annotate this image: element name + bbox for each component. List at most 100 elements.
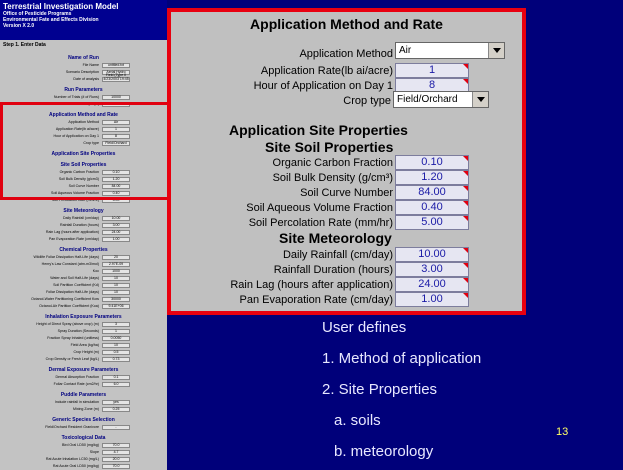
sheet-row-value[interactable]: 0.0050 (102, 335, 130, 341)
comment-marker-icon (463, 248, 468, 253)
sheet-row-value[interactable]: 10000 (102, 94, 130, 100)
sheet-row-value[interactable]: 70.0 (102, 463, 130, 469)
row-curve-number: Soil Curve Number (171, 185, 393, 201)
aqueous-volume-field[interactable]: 0.40 (395, 200, 469, 215)
sheet-row: Wildlife Foliar Dissipation Half-Life (d… (0, 254, 167, 260)
comment-marker-icon (463, 64, 468, 69)
sheet-row-label: Field/Orchard Resident Granivore (45, 425, 99, 429)
sheet-row-value[interactable]: 20 (102, 254, 130, 260)
sheet-title: Terrestrial Investigation Model (3, 2, 119, 11)
panel-title-method-rate: Application Method and Rate (250, 16, 443, 32)
sheet-row: Fraction Spray Inhaled (unitless) 0.0050 (0, 335, 167, 341)
sheet-row-value[interactable]: 10.00 (102, 215, 130, 221)
sheet-row-value[interactable]: yes (102, 399, 130, 405)
sheet-row: Crop Density or Fresh Leaf (kg/L) 0.73 (0, 356, 167, 362)
sheet-row-value[interactable]: Aerial Hydro Field (Type II use) (102, 69, 130, 79)
sheet-row-value[interactable]: 6.0 (102, 381, 130, 387)
label-rain-lag: Rain Lag (hours after application) (230, 279, 393, 291)
sheet-row: Crop Height (m) 0.5 (0, 349, 167, 355)
sheet-row-value[interactable]: 3.00 (102, 222, 130, 228)
spreadsheet-background: Terrestrial Investigation Model Office o… (0, 0, 167, 470)
sheet-row: Number of Trials (# of Runs) 10000 (0, 94, 167, 100)
sheet-row-value[interactable]: 30000 (102, 296, 130, 302)
comment-marker-icon (463, 216, 468, 221)
row-bulk-density: Soil Bulk Density (g/cm³) (171, 170, 393, 186)
sheet-row: Height of Direct Spray (above crop) (m) 3 (0, 321, 167, 327)
label-daily-rainfall: Daily Rainfall (cm/day) (282, 249, 393, 261)
sheet-row-label: Pan Evaporation Rate (cm/day) (48, 237, 99, 241)
chevron-down-icon[interactable] (472, 92, 488, 107)
label-rainfall-duration: Rainfall Duration (hours) (273, 264, 393, 276)
sheet-row-value[interactable]: 70.0 (102, 442, 130, 448)
rain-lag-field[interactable]: 24.00 (395, 277, 469, 292)
sheet-row-value[interactable]: 0.1 (102, 374, 130, 380)
sheet-row-label: Foliar Contact Rate (cm2/hr) (53, 382, 99, 386)
sheet-row: Spray Duration (Seconds) 1 (0, 328, 167, 334)
sheet-row-value[interactable]: 10 (102, 289, 130, 295)
sheet-row-label: Rain Lag (hours after application) (45, 230, 99, 234)
pan-evaporation-field[interactable]: 1.00 (395, 292, 469, 307)
application-rate-field[interactable]: 1 (395, 63, 469, 78)
application-panel: Application Method and Rate Application … (167, 8, 526, 315)
sheet-row: Dermal Absorption Fraction 0.1 (0, 374, 167, 380)
sheet-row-value[interactable]: 1000 (102, 268, 130, 274)
slide-text-user-defines: User defines (322, 319, 407, 336)
sheet-row-value[interactable]: 0.5 (102, 349, 130, 355)
sheet-row: Include rainfall in simulation yes (0, 399, 167, 405)
comment-marker-icon (463, 79, 468, 84)
row-hour-application: Hour of Application on Day 1 (171, 78, 393, 94)
curve-number-field[interactable]: 84.00 (395, 185, 469, 200)
bulk-density-value: 1.20 (421, 171, 443, 183)
sheet-row-value[interactable]: 9.41E+06 (102, 303, 130, 309)
chevron-down-icon[interactable] (488, 43, 504, 58)
slide-page-number: 13 (556, 426, 569, 438)
sheet-section-title: Generic Species Selection (52, 417, 115, 423)
slide-text-method: 1. Method of application (322, 350, 482, 367)
sheet-row-label: Soil Partition Coefficient (Kd) (53, 283, 99, 287)
sheet-row: Rain Lag (hours after application) 24.00 (0, 229, 167, 235)
label-percolation-rate: Soil Percolation Rate (mm/hr) (248, 217, 393, 229)
label-bulk-density: Soil Bulk Density (g/cm³) (272, 172, 393, 184)
sheet-row-value[interactable]: 0.73 (102, 356, 130, 362)
sheet-row: Date of analysis 4/23/2003 19:45 (0, 76, 167, 82)
sheet-row-value[interactable]: 1 (102, 328, 130, 334)
sheet-row-label: Rainfall Duration (hours) (60, 223, 99, 227)
rain-lag-value: 24.00 (418, 278, 446, 290)
sheet-row-value[interactable]: untitled.txt (102, 62, 130, 68)
organic-carbon-field[interactable]: 0.10 (395, 155, 469, 170)
sheet-row: Field Area (kg/ha) 10 (0, 342, 167, 348)
sheet-row-value[interactable]: 4.7 (102, 449, 130, 455)
panel-title-meteorology: Site Meteorology (279, 230, 392, 246)
application-rate-value: 1 (428, 64, 436, 76)
sheet-row-value[interactable]: 10 (102, 282, 130, 288)
pan-evaporation-value: 1.00 (421, 293, 443, 305)
sheet-row-value[interactable]: - (102, 424, 130, 430)
sheet-row-value[interactable]: 3 (102, 321, 130, 327)
row-daily-rainfall: Daily Rainfall (cm/day) (171, 247, 393, 263)
sheet-row-label: Octanol-Air Partition Coefficient (Koa) (39, 304, 99, 308)
sheet-row-value[interactable]: 20.0 (102, 456, 130, 462)
sheet-row-label: Rat Acute Oral LD50 (mg/kg) (52, 464, 99, 468)
sheet-row: Bird Oral LD50 (mg/kg) 70.0 (0, 442, 167, 448)
sheet-row-label: Dermal Absorption Fraction (55, 375, 99, 379)
sheet-row-label: Crop Density or Fresh Leaf (kg/L) (45, 357, 99, 361)
bulk-density-field[interactable]: 1.20 (395, 170, 469, 185)
sheet-row-value[interactable]: 0.25 (102, 406, 130, 412)
crop-type-select[interactable]: Field/Orchard (393, 91, 489, 108)
slide-text-meteorology: b. meteorology (334, 443, 434, 460)
rainfall-duration-field[interactable]: 3.00 (395, 262, 469, 277)
sheet-row-value[interactable]: 10 (102, 275, 130, 281)
crop-type-value: Field/Orchard (397, 94, 458, 105)
daily-rainfall-field[interactable]: 10.00 (395, 247, 469, 262)
sheet-row-value[interactable]: 4/23/2003 19:45 (102, 76, 130, 82)
sheet-row-label: Crop Height (m) (73, 350, 99, 354)
percolation-rate-field[interactable]: 5.00 (395, 215, 469, 230)
sheet-row-value[interactable]: 1.00 (102, 236, 130, 242)
sheet-row-value[interactable]: 2.97E-09 (102, 261, 130, 267)
sheet-row-label: Bird Oral LD50 (mg/kg) (62, 443, 99, 447)
sheet-row-value[interactable]: 10 (102, 342, 130, 348)
application-method-select[interactable]: Air (395, 42, 505, 59)
label-crop-type: Crop type (343, 95, 391, 107)
sheet-row-value[interactable]: 24.00 (102, 229, 130, 235)
sheet-section-title: Name of Run (68, 55, 99, 61)
